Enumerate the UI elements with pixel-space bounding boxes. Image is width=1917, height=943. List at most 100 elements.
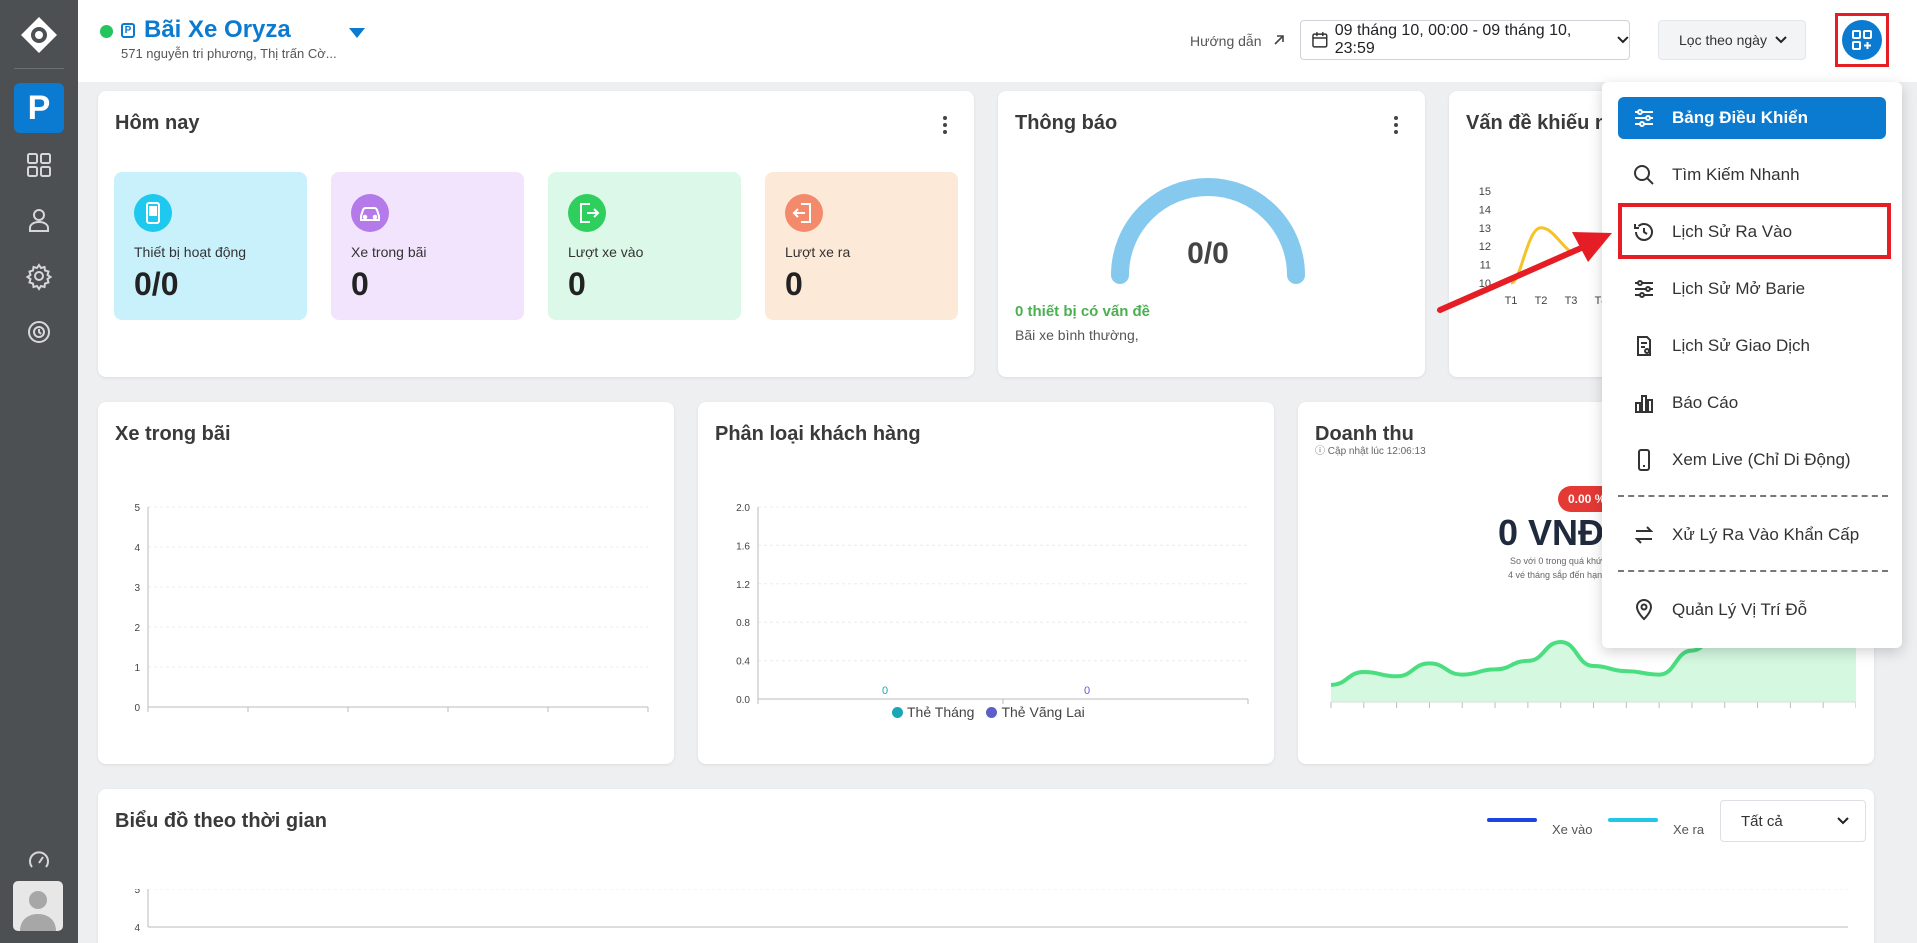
- legend-in-line: [1487, 818, 1537, 822]
- bar-chart-icon: [1635, 395, 1653, 413]
- devices-issue-count: 0 thiết bị có vấn đề: [1015, 303, 1151, 320]
- menu-item-live-mobile[interactable]: Xem Live (Chỉ Di Động): [1618, 439, 1886, 481]
- speed-gauge-icon[interactable]: [27, 849, 51, 873]
- menu-item-barrier-history[interactable]: Lịch Sử Mở Barie: [1618, 268, 1886, 310]
- menu-item-label: Báo Cáo: [1672, 393, 1739, 412]
- revenue-value: 0 VNĐ: [1498, 512, 1605, 553]
- date-range-text: 09 tháng 10, 00:00 - 09 tháng 10, 23:59: [1334, 22, 1572, 57]
- apps-dropdown-menu: Bảng Điều Khiển Tìm Kiếm Nhanh Lịch Sử R…: [1602, 82, 1902, 648]
- sidebar-divider: [14, 68, 64, 69]
- search-icon: [1634, 165, 1654, 185]
- date-filter-select[interactable]: Lọc theo ngày: [1658, 20, 1806, 60]
- app-logo-icon[interactable]: [20, 16, 58, 54]
- y-tick-label: 1.2: [736, 580, 750, 591]
- revenue-updated-time: ⓘ Cập nhật lúc 12:06:13: [1315, 446, 1426, 457]
- lot-name[interactable]: Bãi Xe Oryza: [144, 16, 291, 44]
- today-title: Hôm nay: [115, 112, 200, 134]
- legend-out-label: Xe ra: [1673, 822, 1705, 837]
- y-tick-label: 3: [134, 583, 140, 594]
- revenue-updated-text: Cập nhật lúc 12:06:13: [1327, 446, 1426, 457]
- apps-menu-button[interactable]: [1842, 20, 1882, 60]
- lot-status-text: Bãi xe bình thường,: [1015, 327, 1139, 343]
- timeline-chart: 54: [134, 889, 1848, 934]
- notifications-title: Thông báo: [1015, 112, 1118, 134]
- menu-divider: [1618, 495, 1888, 497]
- legend-monthly: Thẻ Tháng: [907, 704, 975, 720]
- menu-item-quick-search[interactable]: Tìm Kiếm Nhanh: [1618, 154, 1886, 196]
- menu-item-parking-spots[interactable]: Quản Lý Vị Trí Đỗ: [1618, 589, 1886, 631]
- guide-link[interactable]: Hướng dẫn: [1190, 33, 1261, 49]
- sliders-icon: [1635, 109, 1653, 127]
- menu-item-label: Xử Lý Ra Vào Khẩn Cấp: [1672, 525, 1860, 544]
- grid-icon[interactable]: [24, 150, 54, 180]
- menu-item-label: Lịch Sử Mở Barie: [1672, 279, 1806, 298]
- swap-icon: [1634, 526, 1654, 544]
- menu-item-label: Xem Live (Chỉ Di Động): [1672, 450, 1851, 469]
- user-icon[interactable]: [24, 205, 54, 235]
- stat-exits: Lượt xe ra 0: [765, 172, 958, 320]
- chevron-down-icon: [1775, 36, 1787, 44]
- notifications-card: Thông báo 0/0 0 thiết bị có vấn đề Bãi x…: [998, 91, 1425, 377]
- more-options-icon[interactable]: [942, 115, 948, 135]
- menu-item-transaction-history[interactable]: Lịch Sử Giao Dịch: [1618, 325, 1886, 367]
- menu-item-label: Quản Lý Vị Trí Đỗ: [1672, 600, 1808, 619]
- date-range-picker[interactable]: 09 tháng 10, 00:00 - 09 tháng 10, 23:59: [1300, 20, 1630, 60]
- devices-gauge: [1111, 178, 1305, 284]
- stat-label: Xe trong bãi: [351, 244, 427, 260]
- y-tick-label: 1.6: [736, 541, 750, 552]
- chevron-down-icon: [1837, 817, 1849, 825]
- y-tick-label: 1: [134, 663, 140, 674]
- device-icon: [134, 194, 172, 232]
- receipt-icon: [1637, 336, 1651, 356]
- menu-item-label: Tìm Kiếm Nhanh: [1672, 165, 1800, 184]
- more-options-icon[interactable]: [1393, 115, 1399, 135]
- y-tick-label: 13: [1479, 223, 1491, 235]
- cars-in-lot-card: Xe trong bãi 5 4 3 2 1 0: [98, 402, 674, 764]
- menu-item-emergency[interactable]: Xử Lý Ra Vào Khẩn Cấp: [1618, 514, 1886, 556]
- bar-data-label: 0: [1084, 685, 1090, 697]
- timeline-title: Biểu đồ theo thời gian: [115, 810, 327, 832]
- y-tick-label: 2.0: [736, 503, 750, 514]
- gear-icon[interactable]: [24, 261, 54, 291]
- stat-label: Thiết bị hoạt động: [134, 244, 247, 260]
- menu-divider: [1618, 570, 1888, 572]
- y-tick-label: 12: [1479, 241, 1491, 253]
- gauge-value: 0/0: [1187, 237, 1229, 270]
- legend-swatch: [986, 706, 998, 718]
- apps-add-icon: [1852, 30, 1872, 50]
- y-tick-label: 4: [134, 543, 140, 554]
- menu-item-dashboard[interactable]: Bảng Điều Khiển: [1618, 97, 1886, 139]
- location-pin-icon: [1635, 599, 1653, 621]
- legend-swatch: [892, 706, 903, 718]
- stat-value: 0/0: [134, 266, 179, 302]
- sidebar-item-parking[interactable]: P: [14, 83, 64, 133]
- timeline-filter-select[interactable]: Tất cả: [1720, 800, 1866, 842]
- legend-in-label: Xe vào: [1552, 822, 1593, 837]
- bar-data-label: 0: [882, 685, 888, 697]
- customer-types-title: Phân loại khách hàng: [715, 423, 921, 445]
- caret-down-icon[interactable]: [348, 27, 366, 39]
- y-tick-label: 11: [1480, 260, 1491, 272]
- customer-types-chart: 2.0 1.6 1.2 0.8 0.4 0.0 0 0: [736, 503, 1249, 706]
- complaints-chart: 151413121110 T1 T2 T3 T4: [1479, 187, 1608, 307]
- parking-badge: P: [121, 23, 135, 38]
- status-indicator: [100, 25, 113, 38]
- x-tick-label: T2: [1535, 295, 1548, 307]
- complaints-title: Vấn đề khiếu nạ: [1466, 112, 1619, 134]
- y-tick-label: 4: [134, 923, 140, 934]
- entry-history-highlight: [1618, 203, 1891, 259]
- enter-icon: [568, 194, 606, 232]
- stat-cars-in-lot: Xe trong bãi 0: [331, 172, 524, 320]
- external-link-icon[interactable]: [1272, 33, 1286, 47]
- sidebar: P: [0, 0, 78, 943]
- revenue-note: So với 0 trong quá khứ: [1510, 556, 1602, 566]
- cars-in-lot-chart: 5 4 3 2 1 0: [134, 503, 649, 712]
- stat-value: 0: [785, 266, 803, 302]
- y-tick-label: 0.0: [736, 695, 750, 706]
- history-clock-icon[interactable]: [24, 317, 54, 347]
- y-tick-label: 10: [1479, 278, 1491, 290]
- x-tick-label: T1: [1505, 295, 1518, 307]
- avatar[interactable]: [13, 881, 63, 931]
- menu-item-label: Lịch Sử Giao Dịch: [1672, 336, 1810, 355]
- menu-item-reports[interactable]: Báo Cáo: [1618, 382, 1886, 424]
